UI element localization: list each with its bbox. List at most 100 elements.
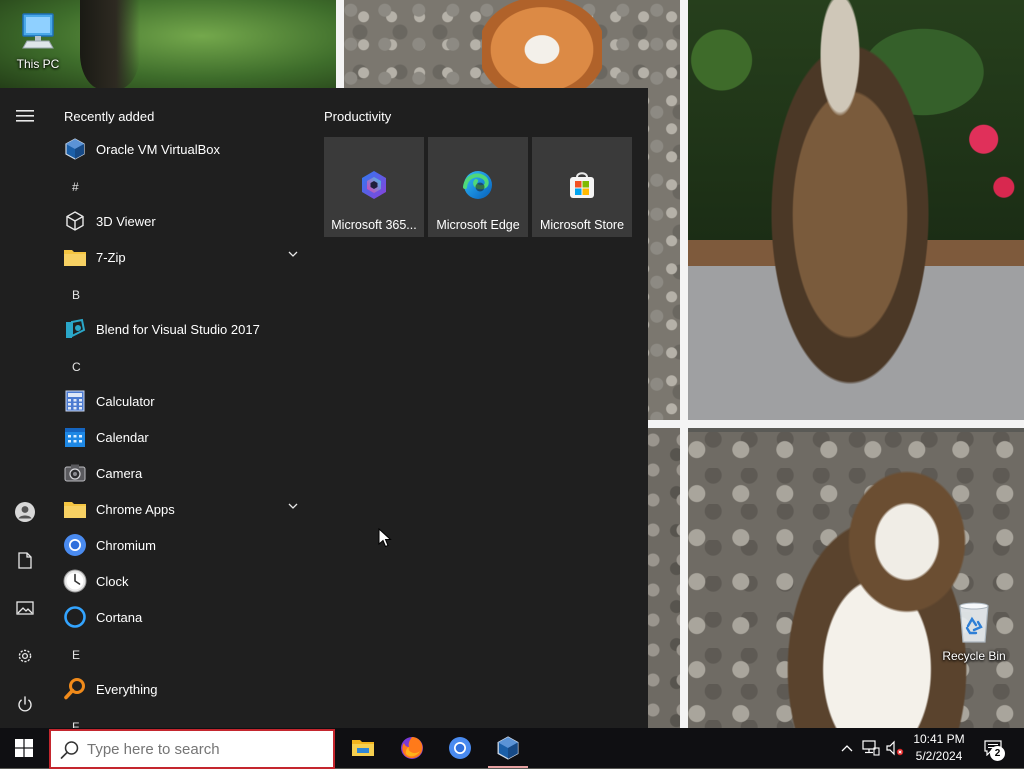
cortana-icon	[64, 606, 86, 628]
network-icon	[862, 740, 880, 756]
letter-header-b[interactable]: B	[72, 288, 80, 302]
start-button[interactable]	[0, 728, 48, 768]
network-status-button[interactable]	[860, 728, 882, 768]
documents-button[interactable]	[0, 536, 50, 584]
app-item-blend-for-visual-studio-2017[interactable]: Blend for Visual Studio 2017	[50, 311, 308, 347]
chevron-down-icon[interactable]	[288, 251, 298, 257]
search-input[interactable]	[87, 731, 323, 767]
tile-label: Microsoft Edge	[436, 218, 520, 232]
taskbar-search-box[interactable]	[49, 729, 335, 769]
folder-icon	[64, 502, 86, 518]
app-item-cortana[interactable]: Cortana	[50, 599, 308, 635]
app-label: Calculator	[96, 393, 155, 409]
tile-group-title[interactable]: Productivity	[324, 109, 391, 124]
start-menu: Recently added Oracle VM VirtualBox # 3D…	[0, 88, 648, 728]
pictures-icon	[16, 601, 34, 615]
user-account-button[interactable]	[0, 488, 50, 536]
mouse-cursor-icon	[378, 528, 392, 548]
tile-microsoft-365[interactable]: Microsoft 365...	[324, 137, 424, 237]
tile-label: Microsoft Store	[539, 218, 625, 232]
app-label: Everything	[96, 681, 158, 697]
store-icon	[570, 172, 594, 198]
camera-icon	[64, 464, 86, 482]
calendar-icon	[65, 428, 85, 447]
app-label: Chrome Apps	[96, 501, 175, 517]
app-label: Oracle VM VirtualBox	[96, 141, 221, 157]
volume-button[interactable]	[884, 728, 906, 768]
app-label: Chromium	[96, 537, 156, 553]
chromium-icon	[64, 534, 86, 556]
tiles-area: Productivity Microsoft 365... Microsoft …	[324, 88, 648, 728]
app-item-3d-viewer[interactable]: 3D Viewer	[50, 203, 308, 239]
app-label: Cortana	[96, 609, 143, 625]
letter-header-c[interactable]: C	[72, 360, 81, 374]
app-label: Calendar	[96, 429, 149, 445]
letter-header-hash[interactable]: #	[72, 180, 79, 194]
app-label: 3D Viewer	[96, 213, 156, 229]
app-item-everything[interactable]: Everything	[50, 671, 308, 707]
chevron-up-icon	[841, 745, 853, 752]
chevron-down-icon[interactable]	[288, 503, 298, 509]
desktop-icon-this-pc[interactable]: This PC	[0, 10, 76, 71]
recycle-bin-icon	[959, 602, 989, 643]
search-icon	[60, 741, 79, 759]
virtualbox-icon	[497, 736, 519, 760]
app-label: 7-Zip	[96, 249, 126, 265]
app-label: Camera	[96, 465, 143, 481]
edge-icon	[463, 171, 492, 199]
start-rail	[0, 88, 50, 728]
documents-icon	[18, 551, 32, 569]
file-explorer-icon	[352, 740, 374, 756]
tile-microsoft-edge[interactable]: Microsoft Edge	[428, 137, 528, 237]
windows-logo-icon	[15, 739, 33, 757]
clock-icon	[63, 569, 87, 593]
app-folder-chrome-apps[interactable]: Chrome Apps	[50, 491, 308, 527]
computer-icon	[22, 13, 54, 49]
user-account-icon	[15, 502, 35, 522]
desktop-icon-label: Recycle Bin	[942, 649, 1006, 663]
app-label: Clock	[96, 573, 129, 589]
volume-muted-icon	[886, 740, 904, 756]
notification-count-badge: 2	[990, 746, 1005, 761]
letter-header-e[interactable]: E	[72, 648, 80, 662]
firefox-icon	[401, 737, 423, 759]
clock-time: 10:41 PM	[913, 732, 965, 746]
desktop-icon-label: This PC	[16, 57, 60, 71]
power-button[interactable]	[0, 680, 50, 728]
taskbar-app-file-explorer[interactable]	[339, 728, 387, 768]
tile-microsoft-store[interactable]: Microsoft Store	[532, 137, 632, 237]
app-item-calendar[interactable]: Calendar	[50, 419, 308, 455]
taskbar-app-firefox[interactable]	[388, 728, 436, 768]
expand-menu-button[interactable]	[0, 92, 50, 140]
taskbar-app-virtualbox[interactable]	[484, 728, 532, 768]
hamburger-menu-icon	[16, 110, 34, 122]
taskbar-clock[interactable]: 10:41 PM 5/2/2024	[906, 731, 972, 765]
virtualbox-icon	[65, 138, 85, 160]
taskbar: 10:41 PM 5/2/2024	[0, 728, 1024, 769]
app-item-chromium[interactable]: Chromium	[50, 527, 308, 563]
clock-date: 5/2/2024	[915, 749, 963, 763]
letter-header-f[interactable]: F	[72, 720, 79, 728]
search-magnifier-icon	[64, 678, 85, 700]
app-label: Blend for Visual Studio 2017	[96, 321, 260, 337]
desktop-icon-recycle-bin[interactable]: Recycle Bin	[936, 600, 1012, 663]
folder-icon	[64, 250, 86, 266]
app-item-oracle-vm-virtualbox[interactable]: Oracle VM VirtualBox	[50, 131, 308, 167]
show-hidden-icons-button[interactable]	[836, 728, 858, 768]
microsoft-365-icon	[362, 171, 386, 199]
app-item-camera[interactable]: Camera	[50, 455, 308, 491]
app-item-calculator[interactable]: Calculator	[50, 383, 308, 419]
power-icon	[18, 695, 32, 711]
recently-added-heading: Recently added	[64, 109, 155, 124]
app-folder-7-zip[interactable]: 7-Zip	[50, 239, 308, 275]
blend-icon	[66, 318, 86, 338]
app-item-clock[interactable]: Clock	[50, 563, 308, 599]
settings-button[interactable]	[0, 632, 50, 680]
tile-label: Microsoft 365...	[331, 218, 417, 232]
settings-gear-icon	[18, 649, 32, 663]
calculator-icon	[65, 390, 85, 412]
taskbar-app-chromium[interactable]	[436, 728, 484, 768]
app-list: Recently added Oracle VM VirtualBox # 3D…	[50, 88, 312, 728]
pictures-button[interactable]	[0, 584, 50, 632]
chromium-icon	[449, 737, 471, 759]
